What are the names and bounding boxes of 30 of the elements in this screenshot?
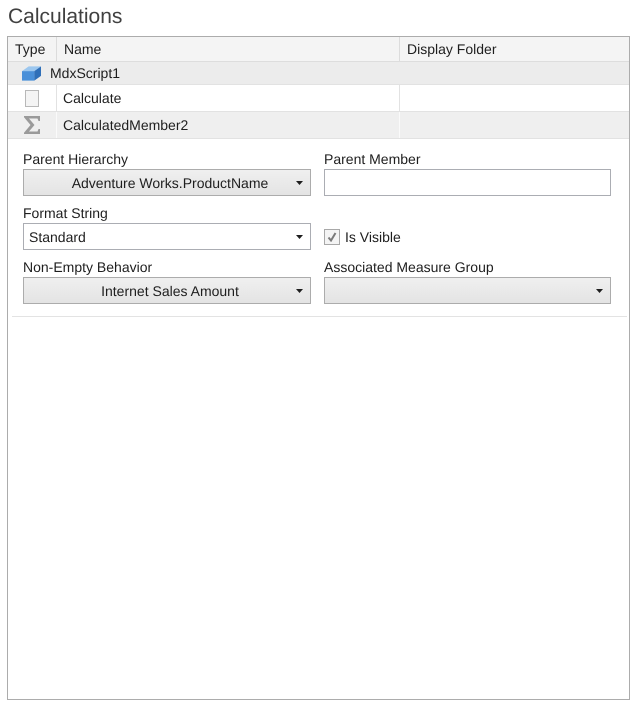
table-row[interactable]: MdxScript1 <box>8 62 629 85</box>
checkbox[interactable] <box>324 228 340 244</box>
dropdown[interactable]: Adventure Works.ProductName <box>23 169 311 196</box>
field-label: Associated Measure Group <box>324 259 494 276</box>
caret-icon <box>296 288 303 292</box>
caret-icon <box>296 234 303 238</box>
checkbox-label[interactable]: Is Visible <box>345 228 401 244</box>
field-label: Parent Member <box>324 151 420 168</box>
field-label: Parent Hierarchy <box>23 151 128 168</box>
table-cell: CalculatedMember2 <box>63 117 188 133</box>
table-cell: Calculate <box>63 90 122 106</box>
table-cell: MdxScript1 <box>50 65 120 81</box>
sigma-icon <box>24 116 40 134</box>
table-row[interactable]: Calculate <box>8 85 629 112</box>
dropdown[interactable]: Internet Sales Amount <box>23 277 311 304</box>
blank-square-icon <box>25 90 39 106</box>
column-header[interactable]: Display Folder <box>400 37 629 61</box>
field-label: Format String <box>23 205 108 222</box>
caret-icon <box>596 288 603 292</box>
combo-box[interactable]: Standard <box>23 223 311 250</box>
dropdown[interactable] <box>324 277 611 304</box>
page-title: Calculations <box>8 4 122 30</box>
field-label: Non-Empty Behavior <box>23 259 152 276</box>
caret-icon <box>296 180 303 184</box>
cube-icon <box>22 66 41 80</box>
text-field[interactable] <box>324 169 611 196</box>
table-row[interactable]: CalculatedMember2 <box>8 112 629 139</box>
column-header[interactable]: Type <box>8 37 57 61</box>
column-header[interactable]: Name <box>57 37 400 61</box>
checkmark-icon <box>327 232 337 242</box>
